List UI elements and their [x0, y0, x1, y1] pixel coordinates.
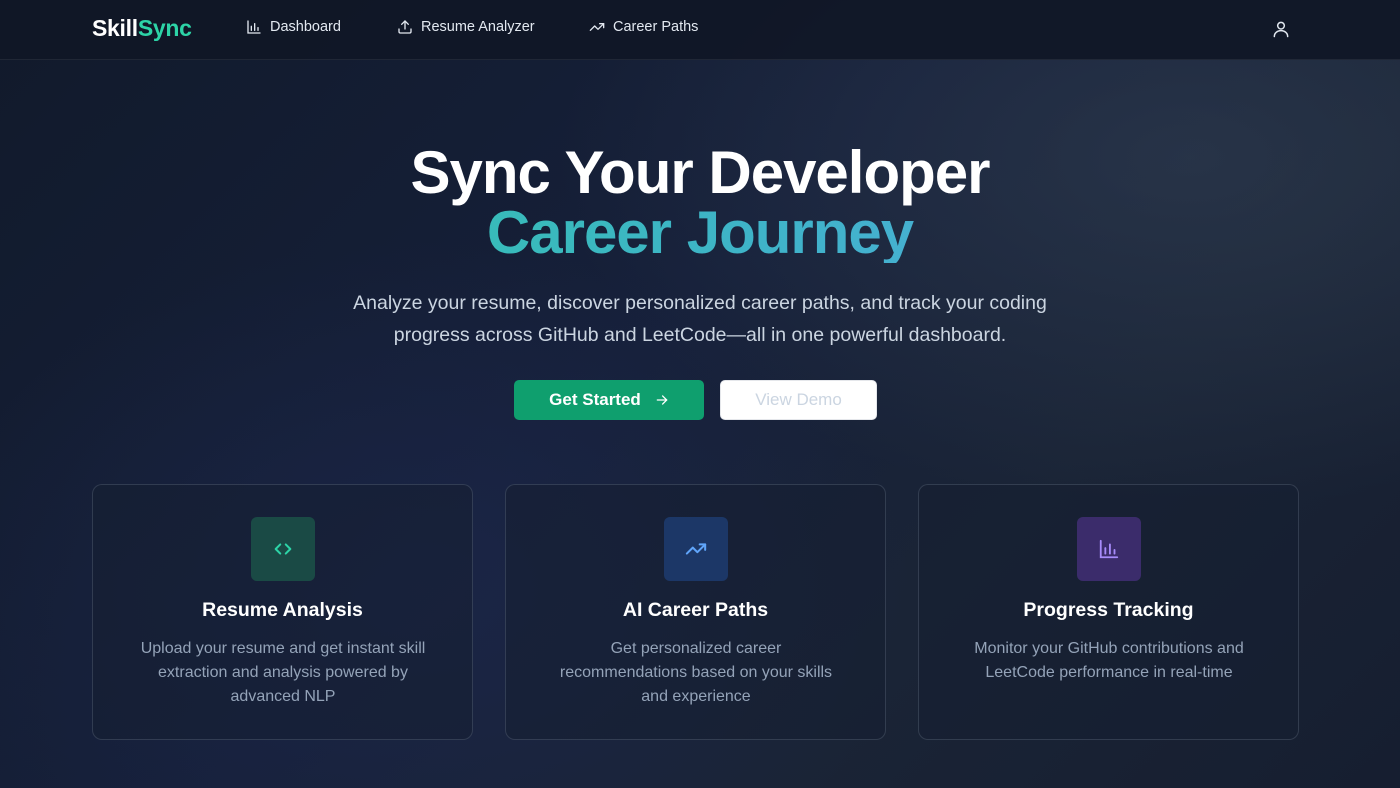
brand-name-part1: Skill — [92, 15, 138, 41]
card-icon-box — [1077, 517, 1141, 581]
nav-link-career-paths[interactable]: Career Paths — [589, 19, 698, 35]
bar-chart-icon — [247, 20, 261, 34]
top-navbar: SkillSync Dashboard Resume Analyzer Care… — [0, 0, 1400, 60]
hero-title-line1: Sync Your Developer — [410, 139, 990, 206]
card-title: Resume Analysis — [202, 599, 363, 621]
hero-subtitle: Analyze your resume, discover personaliz… — [353, 292, 1047, 346]
trending-up-icon — [589, 22, 605, 31]
feature-card-progress-tracking: Progress Tracking Monitor your GitHub co… — [918, 484, 1299, 740]
card-icon-box — [251, 517, 315, 581]
card-title: Progress Tracking — [1023, 599, 1194, 621]
feature-card-ai-career-paths: AI Career Paths Get personalized career … — [505, 484, 886, 740]
user-icon[interactable] — [1271, 18, 1291, 40]
trending-up-icon — [685, 543, 707, 555]
arrow-right-icon — [656, 395, 668, 405]
card-description: Monitor your GitHub contributions and Le… — [974, 640, 1244, 681]
card-title: AI Career Paths — [622, 599, 769, 621]
brand-logo[interactable]: SkillSync — [92, 15, 192, 42]
code-icon — [274, 543, 292, 555]
card-description: Upload your resume and get instant skill… — [140, 640, 426, 705]
get-started-button[interactable]: Get Started — [514, 380, 704, 420]
card-icon-box — [664, 517, 728, 581]
nav-link-label: Resume Analyzer — [421, 19, 535, 35]
brand-name-part2: Sync — [137, 15, 192, 41]
feature-card-resume-analysis: Resume Analysis Upload your resume and g… — [92, 484, 473, 740]
bar-chart-icon — [1099, 539, 1119, 559]
nav-link-label: Career Paths — [613, 19, 699, 35]
upload-icon — [398, 20, 412, 34]
view-demo-button[interactable]: View Demo — [720, 380, 877, 420]
nav-link-label: Dashboard — [270, 19, 341, 35]
get-started-label: Get Started — [549, 390, 641, 409]
nav-link-dashboard[interactable]: Dashboard — [246, 19, 341, 35]
nav-link-resume-analyzer[interactable]: Resume Analyzer — [397, 19, 535, 35]
card-description: Get personalized career recommendations … — [559, 640, 833, 705]
hero-title-line2: Career Journey — [0, 203, 1400, 263]
